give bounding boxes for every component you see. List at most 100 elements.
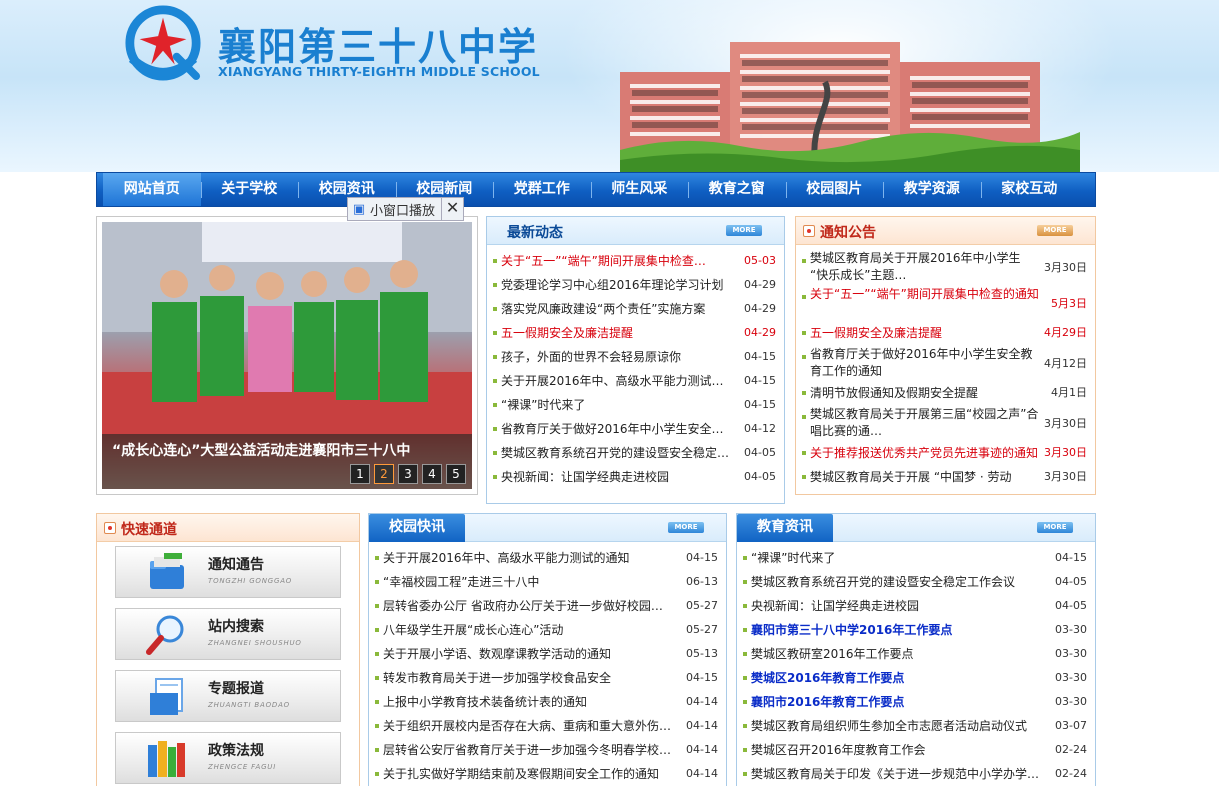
edu-news-title[interactable]: 教育资讯 bbox=[737, 514, 833, 542]
edu-news-more-button[interactable]: MORE bbox=[1037, 522, 1073, 533]
list-item-title[interactable]: 襄阳市第三十八中学2016年工作要点 bbox=[751, 618, 1095, 642]
list-item[interactable]: 清明节放假通知及假期安全提醒 4月1日 bbox=[796, 381, 1095, 405]
list-item-title[interactable]: 关于组织开展校内是否存在大病、重病和重大意外伤… bbox=[383, 714, 726, 738]
quick-link-0[interactable]: 通知通告 TONGZHI GONGGAO bbox=[115, 546, 341, 598]
list-item-title[interactable]: 关于“五一”“端午”期间开展集中检查… bbox=[501, 249, 784, 273]
pager-button[interactable]: 5 bbox=[446, 464, 466, 484]
list-item[interactable]: 樊城区召开2016年度教育工作会 02-24 bbox=[737, 738, 1095, 762]
list-item-title[interactable]: 樊城区2016年教育工作要点 bbox=[751, 666, 1095, 690]
list-item-title[interactable]: 襄阳市2016年教育工作要点 bbox=[751, 690, 1095, 714]
list-item-title[interactable]: 孩子，外面的世界不会轻易原谅你 bbox=[501, 345, 784, 369]
nav-item-8[interactable]: 教学资源 bbox=[883, 173, 981, 206]
list-item[interactable]: 关于开展2016年中、高级水平能力测试的通知 04-15 bbox=[369, 546, 726, 570]
list-item-title[interactable]: 关于开展2016年中、高级水平能力测试的… bbox=[501, 369, 784, 393]
list-item[interactable]: “幸福校园工程”走进三十八中 06-13 bbox=[369, 570, 726, 594]
list-item[interactable]: 五一假期安全及廉洁提醒 04-29 bbox=[487, 321, 784, 345]
quick-link-2[interactable]: 专题报道 ZHUANGTI BAODAO bbox=[115, 670, 341, 722]
nav-item-4[interactable]: 党群工作 bbox=[493, 173, 591, 206]
list-item-title[interactable]: 关于开展小学语、数观摩课教学活动的通知 bbox=[383, 642, 726, 666]
list-item-title[interactable]: 八年级学生开展“成长心连心”活动 bbox=[383, 618, 726, 642]
list-item-title[interactable]: 五一假期安全及廉洁提醒 bbox=[501, 321, 784, 345]
list-item[interactable]: 孩子，外面的世界不会轻易原谅你 04-15 bbox=[487, 345, 784, 369]
nav-item-5[interactable]: 师生风采 bbox=[590, 173, 689, 206]
pager-button[interactable]: 3 bbox=[398, 464, 418, 484]
list-item-title[interactable]: 樊城区教研室2016年工作要点 bbox=[751, 642, 1095, 666]
list-item[interactable]: 转发市教育局关于进一步加强学校食品安全 04-15 bbox=[369, 666, 726, 690]
list-item[interactable]: 关于扎实做好学期结束前及寒假期间安全工作的通知 04-14 bbox=[369, 762, 726, 786]
quick-link-3[interactable]: 政策法规 ZHENGCE FAGUI bbox=[115, 732, 341, 784]
list-item-title[interactable]: 关于扎实做好学期结束前及寒假期间安全工作的通知 bbox=[383, 762, 726, 786]
list-item-title[interactable]: 樊城区教育系统召开党的建设暨安全稳定工作会议 bbox=[751, 570, 1095, 594]
list-item-title[interactable]: “幸福校园工程”走进三十八中 bbox=[383, 570, 726, 594]
list-item-title[interactable]: 樊城区教育系统召开党的建设暨安全稳定… bbox=[501, 441, 784, 465]
campus-news-title[interactable]: 校园快讯 bbox=[369, 514, 465, 542]
nav-item-6[interactable]: 教育之窗 bbox=[688, 173, 786, 206]
list-item-title[interactable]: 央视新闻：让国学经典走进校园 bbox=[751, 594, 1095, 618]
pager-button[interactable]: 2 bbox=[374, 464, 394, 484]
list-item[interactable]: 省教育厅关于做好2016年中小学生安全教育工作的通知 4月12日 bbox=[796, 345, 1095, 381]
list-item[interactable]: 关于推荐报送优秀共产党员先进事迹的通知 3月30日 bbox=[796, 441, 1095, 465]
list-item-title[interactable]: 省教育厅关于做好2016年中小学生安全教… bbox=[501, 417, 784, 441]
list-item-title[interactable]: 关于开展2016年中、高级水平能力测试的通知 bbox=[383, 546, 726, 570]
list-item-title[interactable]: 层转省公安厅省教育厅关于进一步加强今冬明春学校… bbox=[383, 738, 726, 762]
nav-item-0[interactable]: 网站首页 bbox=[103, 173, 201, 206]
list-item[interactable]: 央视新闻：让国学经典走进校园 04-05 bbox=[737, 594, 1095, 618]
quick-link-1[interactable]: 站内搜索 ZHANGNEI SHOUSHUO bbox=[115, 608, 341, 660]
nav-item-9[interactable]: 家校互动 bbox=[980, 173, 1079, 206]
list-item[interactable]: 层转省委办公厅 省政府办公厅关于进一步做好校园及… 05-27 bbox=[369, 594, 726, 618]
nav-item-1[interactable]: 关于学校 bbox=[200, 173, 299, 206]
slideshow-photo[interactable]: “成长心连心”大型公益活动走进襄阳市三十八中 12345 bbox=[102, 222, 472, 489]
list-item[interactable]: 落实党风廉政建设“两个责任”实施方案 04-29 bbox=[487, 297, 784, 321]
close-icon[interactable]: ✕ bbox=[441, 198, 463, 220]
latest-news-list: 关于“五一”“端午”期间开展集中检查… 05-03 党委理论学习中心组2016年理论… bbox=[487, 245, 784, 489]
list-item[interactable]: 关于组织开展校内是否存在大病、重病和重大意外伤… 04-14 bbox=[369, 714, 726, 738]
list-item[interactable]: 樊城区教育局关于开展第三届“校园之声”合唱比赛的通… 3月30日 bbox=[796, 405, 1095, 441]
list-item-title[interactable]: 央视新闻：让国学经典走进校园 bbox=[501, 465, 784, 489]
list-item[interactable]: “裸课”时代来了 04-15 bbox=[737, 546, 1095, 570]
list-item[interactable]: 五一假期安全及廉洁提醒 4月29日 bbox=[796, 321, 1095, 345]
list-item[interactable]: 央视新闻：让国学经典走进校园 04-05 bbox=[487, 465, 784, 489]
list-item-title[interactable]: “裸课”时代来了 bbox=[501, 393, 784, 417]
list-item[interactable]: 上报中小学教育技术装备统计表的通知 04-14 bbox=[369, 690, 726, 714]
list-item[interactable]: 省教育厅关于做好2016年中小学生安全教… 04-12 bbox=[487, 417, 784, 441]
list-item[interactable]: 樊城区教育局组织师生参加全市志愿者活动启动仪式 03-07 bbox=[737, 714, 1095, 738]
list-item[interactable]: 关于开展小学语、数观摩课教学活动的通知 05-13 bbox=[369, 642, 726, 666]
list-item[interactable]: 樊城区教育系统召开党的建设暨安全稳定… 04-05 bbox=[487, 441, 784, 465]
list-item[interactable]: 关于开展2016年中、高级水平能力测试的… 04-15 bbox=[487, 369, 784, 393]
list-item-title[interactable]: 党委理论学习中心组2016年理论学习计划 bbox=[501, 273, 784, 297]
list-item[interactable]: 樊城区教育局关于印发《关于进一步规范中小学办学… 02-24 bbox=[737, 762, 1095, 786]
list-item-title[interactable]: 樊城区教育局组织师生参加全市志愿者活动启动仪式 bbox=[751, 714, 1095, 738]
list-item[interactable]: 樊城区2016年教育工作要点 03-30 bbox=[737, 666, 1095, 690]
campus-news-more-button[interactable]: MORE bbox=[668, 522, 704, 533]
list-item[interactable]: 关于“五一”“端午”期间开展集中检查… 05-03 bbox=[487, 249, 784, 273]
list-item-date: 03-30 bbox=[1055, 695, 1087, 708]
list-item[interactable]: 八年级学生开展“成长心连心”活动 05-27 bbox=[369, 618, 726, 642]
list-item[interactable]: 襄阳市第三十八中学2016年工作要点 03-30 bbox=[737, 618, 1095, 642]
list-item[interactable]: 党委理论学习中心组2016年理论学习计划 04-29 bbox=[487, 273, 784, 297]
pager-button[interactable]: 4 bbox=[422, 464, 442, 484]
quick-link-pinyin: ZHANGNEI SHOUSHUO bbox=[208, 639, 302, 647]
list-item-title[interactable]: 落实党风廉政建设“两个责任”实施方案 bbox=[501, 297, 784, 321]
list-item[interactable]: “裸课”时代来了 04-15 bbox=[487, 393, 784, 417]
list-item-title[interactable]: 樊城区召开2016年度教育工作会 bbox=[751, 738, 1095, 762]
slide-caption[interactable]: “成长心连心”大型公益活动走进襄阳市三十八中 bbox=[112, 440, 410, 460]
list-item[interactable]: 层转省公安厅省教育厅关于进一步加强今冬明春学校… 04-14 bbox=[369, 738, 726, 762]
list-item[interactable]: 樊城区教育局关于开展 “中国梦 · 劳动 3月30日 bbox=[796, 465, 1095, 489]
list-item[interactable]: 樊城区教育系统召开党的建设暨安全稳定工作会议 04-05 bbox=[737, 570, 1095, 594]
school-logo-icon[interactable] bbox=[124, 4, 202, 82]
list-item-title[interactable]: 樊城区教育局关于印发《关于进一步规范中小学办学… bbox=[751, 762, 1095, 786]
pager-button[interactable]: 1 bbox=[350, 464, 370, 484]
mini-window-play[interactable]: ▣ 小窗口播放 ✕ bbox=[347, 197, 465, 221]
document-icon bbox=[144, 675, 190, 719]
list-item[interactable]: 襄阳市2016年教育工作要点 03-30 bbox=[737, 690, 1095, 714]
nav-item-7[interactable]: 校园图片 bbox=[785, 173, 884, 206]
notice-more-button[interactable]: MORE bbox=[1037, 225, 1073, 236]
list-item-title[interactable]: 上报中小学教育技术装备统计表的通知 bbox=[383, 690, 726, 714]
list-item-title[interactable]: 转发市教育局关于进一步加强学校食品安全 bbox=[383, 666, 726, 690]
list-item[interactable]: 关于“五一”“端午”期间开展集中检查的通知 5月3日 bbox=[796, 285, 1095, 321]
list-item-title[interactable]: “裸课”时代来了 bbox=[751, 546, 1095, 570]
latest-news-more-button[interactable]: MORE bbox=[726, 225, 762, 236]
list-item[interactable]: 樊城区教研室2016年工作要点 03-30 bbox=[737, 642, 1095, 666]
list-item[interactable]: 樊城区教育局关于开展2016年中小学生 “快乐成长”主题… 3月30日 bbox=[796, 249, 1095, 285]
list-item-title[interactable]: 层转省委办公厅 省政府办公厅关于进一步做好校园及… bbox=[383, 594, 726, 618]
